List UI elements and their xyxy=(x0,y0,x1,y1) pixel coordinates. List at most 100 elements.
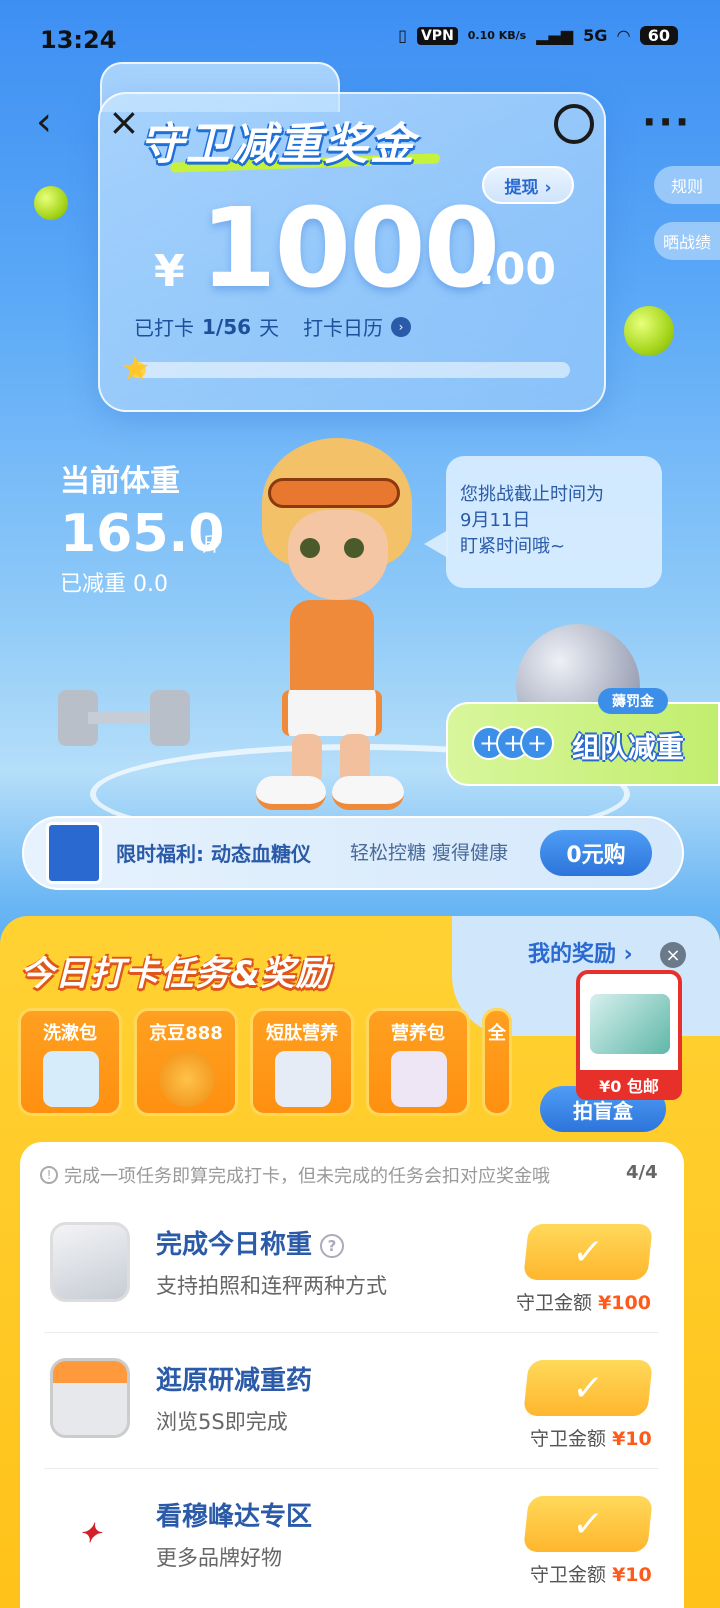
task-name: 看穆峰达专区 xyxy=(156,1502,313,1532)
dumbbell-icon xyxy=(58,690,190,746)
reward-label: 短肽营养 xyxy=(266,1023,338,1044)
task-done-button[interactable]: ✓ xyxy=(523,1496,653,1552)
page-title: 守卫减重奖金 xyxy=(140,119,416,170)
guard-amount: 守卫金额 ¥10 xyxy=(530,1560,652,1587)
tennis-ball-icon xyxy=(624,306,674,356)
task-name-text: 完成今日称重 xyxy=(156,1230,313,1260)
free-shipping-tag: ¥0 包邮 xyxy=(576,1070,682,1100)
reward-label: 京豆888 xyxy=(149,1023,223,1044)
reward-item[interactable]: 京豆888 xyxy=(134,1008,238,1116)
status-time: 13:24 xyxy=(40,26,117,54)
my-rewards-link[interactable]: 我的奖励 › xyxy=(528,936,633,968)
jingdou-image xyxy=(159,1051,215,1107)
share-results-link[interactable]: 晒战绩 xyxy=(654,222,720,260)
reward-label: 营养包 xyxy=(391,1023,445,1044)
close-icon[interactable]: × xyxy=(660,942,686,968)
reward-label: 全 xyxy=(488,1023,506,1044)
zero-yuan-buy-button[interactable]: 0元购 xyxy=(540,830,652,876)
weight-unit: 斤 xyxy=(202,532,222,556)
task-notice: ! 完成一项任务即算完成打卡，但未完成的任务会扣对应奖金哦 xyxy=(40,1162,550,1188)
lilly-logo: ✦ xyxy=(50,1494,130,1574)
peptide-nutrition-image xyxy=(275,1051,331,1107)
bubble-tail xyxy=(424,530,448,558)
guard-amount: 守卫金额 ¥100 xyxy=(516,1288,651,1315)
rules-link[interactable]: 规则 xyxy=(654,166,720,204)
checkin-row: 已打卡 1/56 天 打卡日历 › xyxy=(134,312,412,341)
battery-icon: 60 xyxy=(639,26,678,45)
toiletry-bag-image xyxy=(43,1051,99,1107)
vpn-badge: VPN xyxy=(416,26,458,45)
mascot-shoe xyxy=(256,776,326,810)
bubble-line: 您挑战截止时间为 xyxy=(460,484,604,505)
task-desc: 浏览5S即完成 xyxy=(156,1410,288,1434)
mascot-eye xyxy=(300,538,320,558)
vibrate-icon: ▯ xyxy=(398,26,407,45)
deadline-bubble: 您挑战截止时间为 9月11日 盯紧时间哦~ xyxy=(446,456,662,588)
promo-subtitle: 轻松控糖 瘦得健康 xyxy=(350,842,509,864)
nutrition-pack-image xyxy=(391,1051,447,1107)
info-icon: ! xyxy=(40,1166,58,1184)
task-name: 完成今日称重? xyxy=(156,1224,345,1261)
mascot-shoe xyxy=(332,776,404,810)
tennis-ball-icon xyxy=(34,186,68,220)
mascot-shorts xyxy=(282,690,382,736)
checkin-count: 1/56 xyxy=(202,314,252,339)
weight-label: 当前体重 xyxy=(60,464,180,499)
weight-lost: 已减重 0.0 xyxy=(60,572,168,597)
task-desc: 更多品牌好物 xyxy=(156,1546,282,1570)
chevron-left-icon: ‹ xyxy=(36,99,52,145)
guard-value: ¥100 xyxy=(598,1292,651,1314)
calendar-link[interactable]: 打卡日历 xyxy=(303,312,383,341)
task-row[interactable]: ✦ 看穆峰达专区 更多品牌好物 ✓ 守卫金额 ¥10 xyxy=(44,1468,658,1604)
share-button[interactable] xyxy=(554,104,594,144)
star-icon: ★ xyxy=(120,349,151,389)
mascot-eye xyxy=(344,538,364,558)
glucose-meter-image xyxy=(46,822,102,884)
bubble-line: 盯紧时间哦~ xyxy=(460,536,566,557)
task-count: 4/4 xyxy=(626,1162,658,1183)
close-button[interactable]: × xyxy=(108,103,144,141)
reward-item[interactable]: 营养包 xyxy=(366,1008,470,1116)
bonus-amount: 1000 xyxy=(200,184,500,312)
task-name: 逛原研减重药 xyxy=(156,1366,313,1396)
scale-icon xyxy=(50,1222,130,1302)
reward-item[interactable]: 洗漱包 xyxy=(18,1008,122,1116)
more-icon: ··· xyxy=(642,100,692,144)
close-icon: × xyxy=(108,100,140,144)
weight-value: 165.0 xyxy=(60,504,225,564)
task-done-button[interactable]: ✓ xyxy=(523,1360,653,1416)
checkin-suffix: 天 xyxy=(259,316,280,340)
reward-item[interactable]: 全 xyxy=(482,1008,512,1116)
task-section-title: 今日打卡任务&奖励 xyxy=(20,954,331,994)
signal-5g: 5G xyxy=(583,26,608,45)
task-done-button[interactable]: ✓ xyxy=(523,1224,653,1280)
task-desc: 支持拍照和连秤两种方式 xyxy=(156,1274,387,1298)
help-icon[interactable]: ? xyxy=(320,1233,345,1258)
status-icons: ▯ VPN 0.10 KB/s ▂▄▆ 5G ◠ 60 xyxy=(398,26,678,45)
currency-symbol: ¥ xyxy=(154,246,185,297)
task-row[interactable]: 完成今日称重? 支持拍照和连秤两种方式 ✓ 守卫金额 ¥100 xyxy=(44,1196,658,1332)
bonus-amount-decimal: .00 xyxy=(478,244,556,295)
checkin-progress-track xyxy=(130,362,570,378)
guard-label: 守卫金额 xyxy=(530,1428,607,1450)
store-icon xyxy=(50,1358,130,1438)
mascot-goggles xyxy=(268,478,400,508)
checkin-prefix: 已打卡 xyxy=(134,316,194,340)
notice-text: 完成一项任务即算完成打卡，但未完成的任务会扣对应奖金哦 xyxy=(64,1166,550,1187)
reward-strip: 洗漱包 京豆888 短肽营养 营养包 全 xyxy=(18,1008,512,1116)
team-label: 组队减重 xyxy=(572,731,685,764)
reward-item[interactable]: 短肽营养 xyxy=(250,1008,354,1116)
wipes-image xyxy=(590,994,670,1054)
mascot-body xyxy=(290,600,374,700)
plus-icon: + xyxy=(520,726,554,760)
floating-ad[interactable]: ¥0 包邮 xyxy=(576,970,682,1100)
back-button[interactable]: ‹ xyxy=(36,102,72,142)
guard-amount: 守卫金额 ¥10 xyxy=(530,1424,652,1451)
promo-title: 限时福利: 动态血糖仪 xyxy=(116,842,311,866)
more-button[interactable]: ··· xyxy=(642,100,691,144)
task-row[interactable]: 逛原研减重药 浏览5S即完成 ✓ 守卫金额 ¥10 xyxy=(44,1332,658,1468)
penalty-badge: 薅罚金 xyxy=(598,688,668,714)
chevron-right-icon[interactable]: › xyxy=(391,316,412,337)
guard-label: 守卫金额 xyxy=(530,1564,607,1586)
team-avatars: + + + xyxy=(472,726,554,760)
